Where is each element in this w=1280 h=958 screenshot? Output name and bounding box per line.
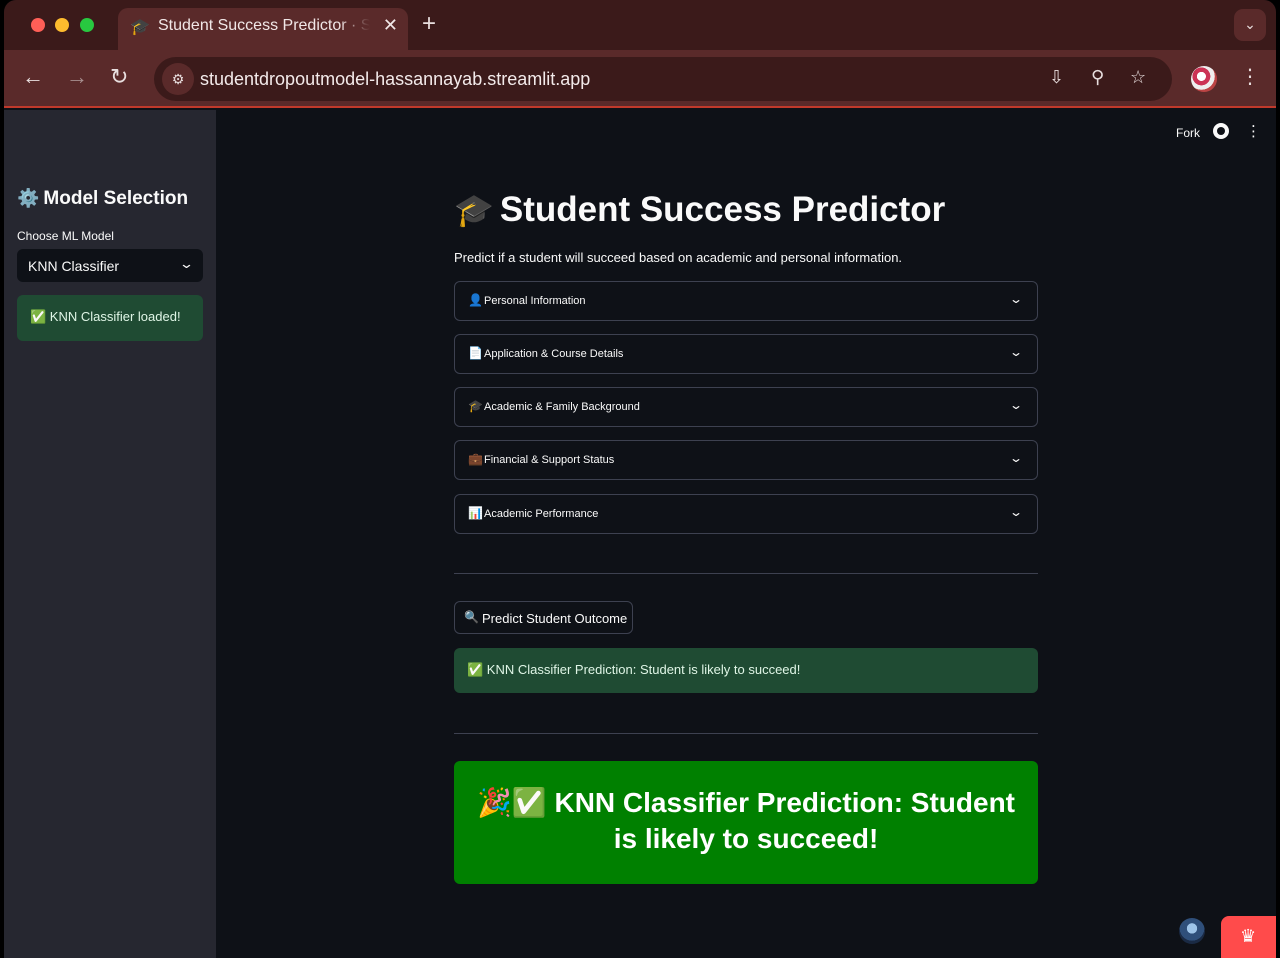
tab-title: Student Success Predictor · S (158, 17, 370, 34)
sidebar-title-text: Model Selection (43, 188, 189, 209)
model-loaded-text: ✅ KNN Classifier loaded! (30, 309, 181, 324)
expander-label: Academic & Family Background (484, 401, 640, 413)
divider (454, 573, 1038, 574)
browser-toolbar: ← → ↻ ⚙ studentdropoutmodel-hassannayab.… (4, 50, 1276, 108)
predict-button[interactable]: 🔍 Predict Student Outcome (454, 601, 633, 634)
fork-link[interactable]: Fork (1176, 126, 1200, 140)
chevron-down-icon: ⌄ (178, 256, 195, 271)
prediction-alert: ✅ KNN Classifier Prediction: Student is … (454, 648, 1038, 693)
crown-icon: ♛ (1240, 926, 1257, 946)
expander-label: Application & Course Details (484, 348, 624, 360)
zoom-icon[interactable]: ⚲ (1091, 67, 1104, 88)
reload-icon[interactable]: ↻ (110, 64, 128, 90)
model-select[interactable]: KNN Classifier ⌄ (17, 249, 203, 282)
chevron-down-icon: ⌄ (1008, 292, 1024, 306)
predict-button-label: Predict Student Outcome (482, 611, 628, 626)
page-subtitle: Predict if a student will succeed based … (454, 250, 903, 265)
chevron-down-icon: ⌄ (1008, 345, 1024, 359)
expander-label: Financial & Support Status (484, 454, 615, 466)
expander-label: Personal Information (484, 295, 586, 307)
graduation-cap-icon: 🎓 (468, 399, 483, 413)
new-tab-button[interactable]: + (422, 10, 436, 38)
streamlit-badge-button[interactable]: ♛ (1221, 916, 1276, 958)
streamlit-page: ⚙️ Model Selection Choose ML Model KNN Cl… (4, 110, 1276, 958)
browser-window: 🎓 Student Success Predictor · S ✕ + ⌄ ← … (4, 0, 1276, 958)
address-bar[interactable]: ⚙ studentdropoutmodel-hassannayab.stream… (154, 57, 1172, 101)
person-icon: 👤 (468, 293, 483, 307)
profile-avatar[interactable] (1191, 66, 1217, 92)
creator-avatar[interactable] (1179, 918, 1205, 944)
expander-application-course-details[interactable]: 📄 Application & Course Details ⌄ (454, 334, 1038, 374)
model-select-label: Choose ML Model (17, 229, 114, 243)
tab-search-button[interactable]: ⌄ (1234, 9, 1266, 41)
graduation-cap-icon: 🎓 (130, 19, 150, 36)
bookmark-star-icon[interactable]: ☆ (1130, 67, 1146, 88)
divider (454, 733, 1038, 734)
expander-financial-support-status[interactable]: 💼 Financial & Support Status ⌄ (454, 440, 1038, 480)
chevron-down-icon: ⌄ (1008, 398, 1024, 412)
window-minimize-button[interactable] (55, 18, 69, 32)
page-title-text: Student Success Predictor (499, 190, 946, 229)
expander-personal-information[interactable]: 👤 Personal Information ⌄ (454, 281, 1038, 321)
prediction-alert-text: ✅ KNN Classifier Prediction: Student is … (467, 662, 801, 677)
prediction-banner-text: 🎉✅ KNN Classifier Prediction: Student is… (476, 787, 1015, 854)
briefcase-icon: 💼 (468, 452, 483, 466)
github-icon[interactable] (1213, 123, 1229, 139)
document-icon: 📄 (468, 346, 483, 360)
url-text[interactable]: studentdropoutmodel-hassannayab.streamli… (200, 69, 590, 90)
page-title: 🎓 Student Success Predictor (454, 190, 945, 230)
install-app-icon[interactable]: ⇩ (1049, 67, 1064, 88)
expander-academic-family-background[interactable]: 🎓 Academic & Family Background ⌄ (454, 387, 1038, 427)
expander-academic-performance[interactable]: 📊 Academic Performance ⌄ (454, 494, 1038, 534)
bar-chart-icon: 📊 (468, 506, 483, 520)
expander-label: Academic Performance (484, 508, 599, 520)
chevron-down-icon: ⌄ (1008, 451, 1024, 465)
main-content: 🎓 Student Success Predictor Predict if a … (454, 110, 1038, 958)
close-tab-icon[interactable]: ✕ (383, 15, 398, 36)
forward-icon[interactable]: → (66, 64, 88, 90)
model-select-value: KNN Classifier (28, 258, 120, 274)
browser-menu-icon[interactable]: ⋮ (1240, 64, 1260, 89)
tab-strip: 🎓 Student Success Predictor · S ✕ + ⌄ (4, 0, 1276, 50)
sidebar-title: ⚙️ Model Selection (17, 188, 188, 210)
window-maximize-button[interactable] (80, 18, 94, 32)
browser-tab-active[interactable]: 🎓 Student Success Predictor · S ✕ (118, 8, 408, 50)
graduation-cap-icon: 🎓 (454, 192, 494, 228)
site-info-icon[interactable]: ⚙ (162, 63, 194, 95)
window-close-button[interactable] (31, 18, 45, 32)
sidebar: ⚙️ Model Selection Choose ML Model KNN Cl… (4, 110, 216, 958)
prediction-banner: 🎉✅ KNN Classifier Prediction: Student is… (454, 761, 1038, 884)
gear-icon: ⚙️ (17, 188, 40, 208)
back-icon[interactable]: ← (22, 64, 44, 90)
app-menu-icon[interactable]: ⋮ (1246, 122, 1261, 140)
chevron-down-icon: ⌄ (1008, 505, 1024, 519)
magnifier-icon: 🔍 (464, 610, 479, 624)
model-loaded-alert: ✅ KNN Classifier loaded! (17, 295, 203, 341)
